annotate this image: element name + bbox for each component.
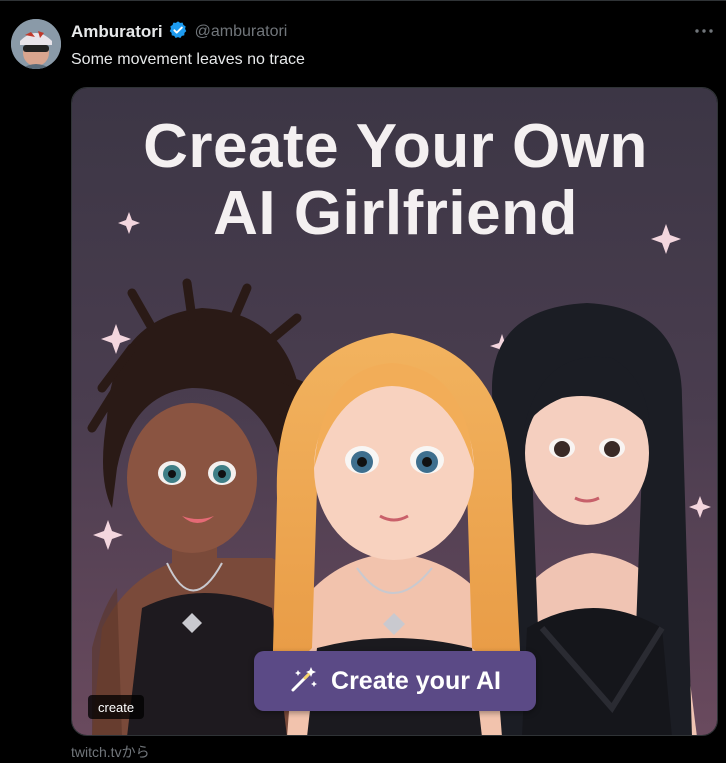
verified-badge-icon	[168, 20, 188, 45]
domain-badge: create	[88, 695, 145, 719]
tweet-header: Amburatori @amburatori	[71, 20, 288, 45]
create-your-ai-button[interactable]: Create your AI	[254, 651, 536, 711]
ad-card[interactable]: Create Your Own AI Girlfriend Create you…	[71, 87, 718, 736]
cta-label: Create your AI	[331, 666, 501, 695]
avatar[interactable]	[11, 19, 61, 69]
display-name[interactable]: Amburatori	[71, 22, 163, 42]
tweet-text: Some movement leaves no trace	[71, 51, 305, 68]
card-source-link[interactable]: twitch.tvから	[71, 742, 150, 762]
magic-wand-icon	[289, 664, 319, 699]
top-divider	[0, 0, 726, 1]
headline-line-1: Create Your Own	[143, 112, 648, 181]
handle[interactable]: @amburatori	[195, 23, 288, 41]
more-options-icon[interactable]	[692, 21, 716, 41]
headline-line-2: AI Girlfriend	[213, 179, 578, 248]
